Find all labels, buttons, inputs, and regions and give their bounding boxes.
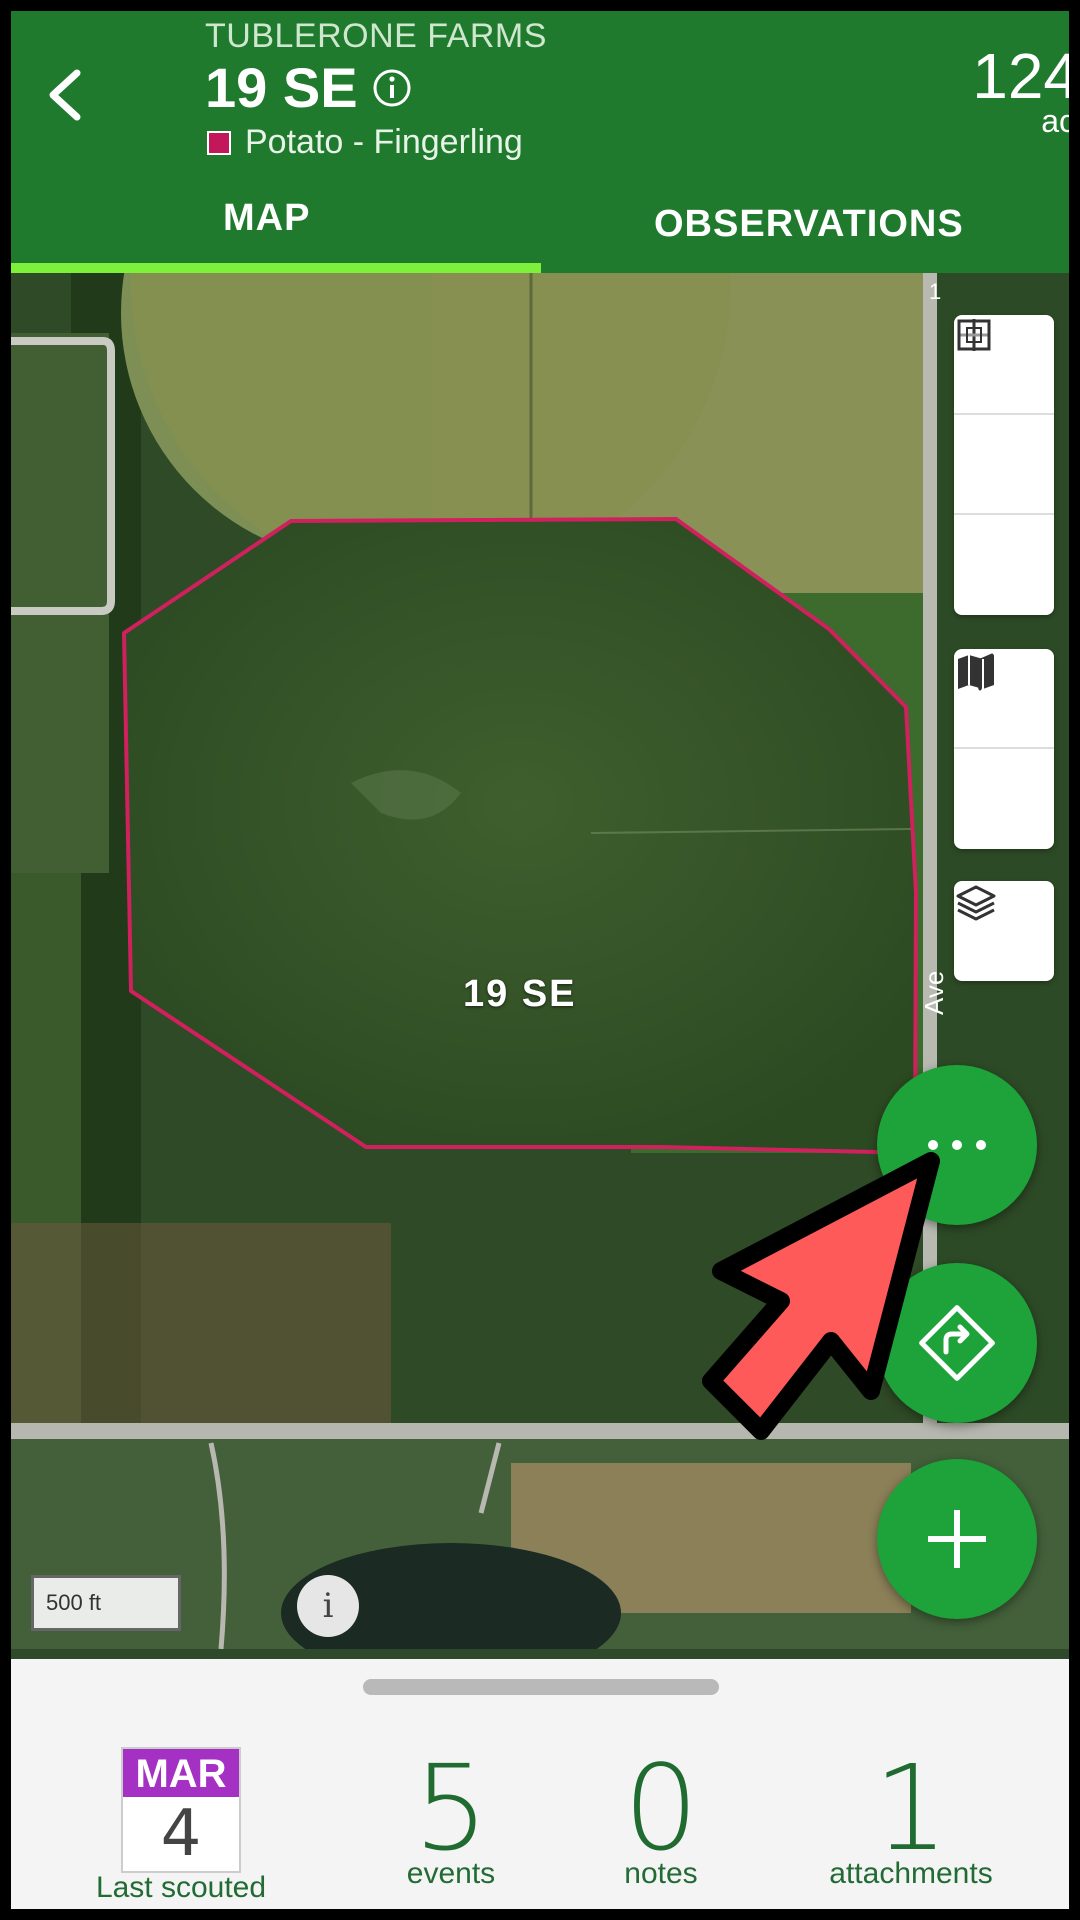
notes-label: notes <box>624 1857 698 1890</box>
layers-button[interactable] <box>954 881 1054 981</box>
add-icon <box>928 1510 986 1568</box>
road-label: Ave <box>919 970 949 1015</box>
field-map-label: 19 SE <box>463 973 577 1015</box>
tab-observations[interactable]: OBSERVATIONS <box>654 203 964 246</box>
zoom-controls <box>954 315 1054 615</box>
notes-count[interactable]: 0 <box>591 1749 731 1867</box>
last-scouted-calendar: MAR 4 <box>121 1747 241 1873</box>
pointer-arrow-icon <box>702 1152 940 1440</box>
calendar-day: 4 <box>160 1797 202 1871</box>
attachments-label: attachments <box>829 1857 993 1890</box>
app-screen: TUBLERONE FARMS 19 SE Potato - Fingerlin… <box>11 11 1069 1909</box>
crop-name: Potato - Fingerling <box>245 123 523 161</box>
basemap-button[interactable] <box>954 655 1054 849</box>
road-label-top: 1 <box>929 279 942 304</box>
layer-controls <box>954 881 1054 981</box>
field-info-icon[interactable] <box>372 68 412 108</box>
tab-map[interactable]: MAP <box>223 197 310 240</box>
calendar-month: MAR <box>123 1749 239 1797</box>
location-controls <box>954 649 1054 849</box>
farm-name: TUBLERONE FARMS <box>205 17 547 55</box>
attachments-count[interactable]: 1 <box>811 1749 1011 1867</box>
field-name: 19 SE <box>205 56 358 119</box>
layers-icon <box>956 885 996 921</box>
crop-row: Potato - Fingerling <box>207 123 523 162</box>
acres-unit: ac <box>1041 103 1069 139</box>
acres-value: 124 <box>972 40 1069 112</box>
map-scale-bar: 500 ft <box>31 1575 181 1631</box>
field-summary-panel: MAR 4 Last scouted 5 events 0 notes 1 at… <box>11 1659 1069 1909</box>
last-scouted-label: Last scouted <box>95 1871 267 1904</box>
map-attribution-info-button[interactable]: i <box>297 1575 359 1637</box>
fit-extent-button[interactable] <box>954 319 1054 615</box>
events-count[interactable]: 5 <box>381 1749 521 1867</box>
add-observation-button[interactable] <box>877 1459 1037 1619</box>
zoom-out-button[interactable] <box>954 333 1054 515</box>
crop-color-swatch <box>207 130 231 155</box>
field-title-row: 19 SE <box>205 55 412 120</box>
panel-drag-handle[interactable] <box>363 1679 719 1695</box>
app-header: TUBLERONE FARMS 19 SE Potato - Fingerlin… <box>11 11 1069 273</box>
events-label: events <box>406 1857 496 1890</box>
active-tab-indicator <box>11 263 541 273</box>
basemap-icon <box>958 655 994 689</box>
back-button[interactable] <box>35 59 95 131</box>
chevron-left-icon <box>49 69 81 121</box>
fit-extent-icon <box>957 319 991 351</box>
